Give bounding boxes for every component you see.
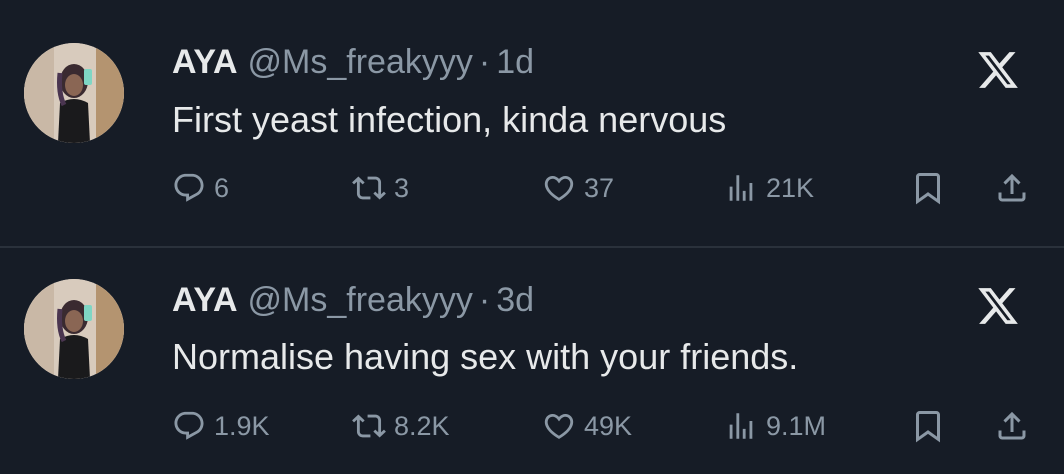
repost-count: 3: [394, 172, 410, 203]
x-logo-icon: [978, 52, 1018, 88]
reply-button[interactable]: 1.9K: [172, 404, 270, 448]
tweet-actions: 6 3 37 21K: [172, 166, 1042, 210]
reply-icon: [174, 411, 204, 440]
tweet-text: First yeast infection, kinda nervous: [172, 99, 727, 140]
share-icon: [998, 173, 1026, 202]
repost-icon: [352, 176, 386, 200]
views-count: 21K: [766, 172, 815, 203]
share-button[interactable]: [994, 166, 1030, 210]
user-handle[interactable]: @Ms_freakyyy: [248, 281, 473, 319]
heart-icon: [544, 413, 574, 439]
display-name[interactable]: AYA: [172, 43, 238, 81]
separator-dot: ·: [478, 43, 491, 81]
avatar[interactable]: [24, 43, 124, 143]
separator-dot: ·: [478, 281, 491, 319]
bookmark-button[interactable]: [910, 404, 946, 448]
tweet[interactable]: AYA @Ms_freakyyy · 1d First yeast infection…: [0, 0, 1064, 246]
views-button[interactable]: 9.1M: [724, 404, 826, 448]
heart-icon: [544, 175, 574, 201]
views-icon: [729, 413, 753, 439]
reply-count: 1.9K: [214, 410, 270, 441]
share-icon: [998, 411, 1026, 440]
like-count: 37: [584, 172, 615, 203]
repost-icon: [352, 414, 386, 438]
bookmark-icon: [916, 411, 940, 443]
repost-button[interactable]: 3: [352, 166, 409, 210]
avatar[interactable]: [24, 279, 124, 379]
views-button[interactable]: 21K: [724, 166, 814, 210]
views-icon: [729, 175, 753, 201]
reply-icon: [174, 173, 204, 202]
tweet-actions: 1.9K 8.2K 49K 9.1M: [172, 404, 1042, 448]
reply-button[interactable]: 6: [172, 166, 229, 210]
display-name[interactable]: AYA: [172, 281, 238, 319]
timestamp[interactable]: 1d: [496, 43, 534, 81]
bookmark-icon: [916, 173, 940, 205]
tweet-text: Normalise having sex with your friends.: [172, 336, 799, 377]
user-handle[interactable]: @Ms_freakyyy: [248, 43, 473, 81]
like-button[interactable]: 37: [542, 166, 614, 210]
reply-count: 6: [214, 172, 230, 203]
timestamp[interactable]: 3d: [496, 281, 534, 319]
repost-count: 8.2K: [394, 410, 450, 441]
x-logo-icon: [978, 288, 1018, 324]
share-button[interactable]: [994, 404, 1030, 448]
bookmark-button[interactable]: [910, 166, 946, 210]
views-count: 9.1M: [766, 410, 827, 441]
tweet[interactable]: AYA @Ms_freakyyy · 3d Normalise having sex …: [0, 248, 1064, 474]
like-button[interactable]: 49K: [542, 404, 632, 448]
like-count: 49K: [584, 410, 633, 441]
repost-button[interactable]: 8.2K: [352, 404, 450, 448]
